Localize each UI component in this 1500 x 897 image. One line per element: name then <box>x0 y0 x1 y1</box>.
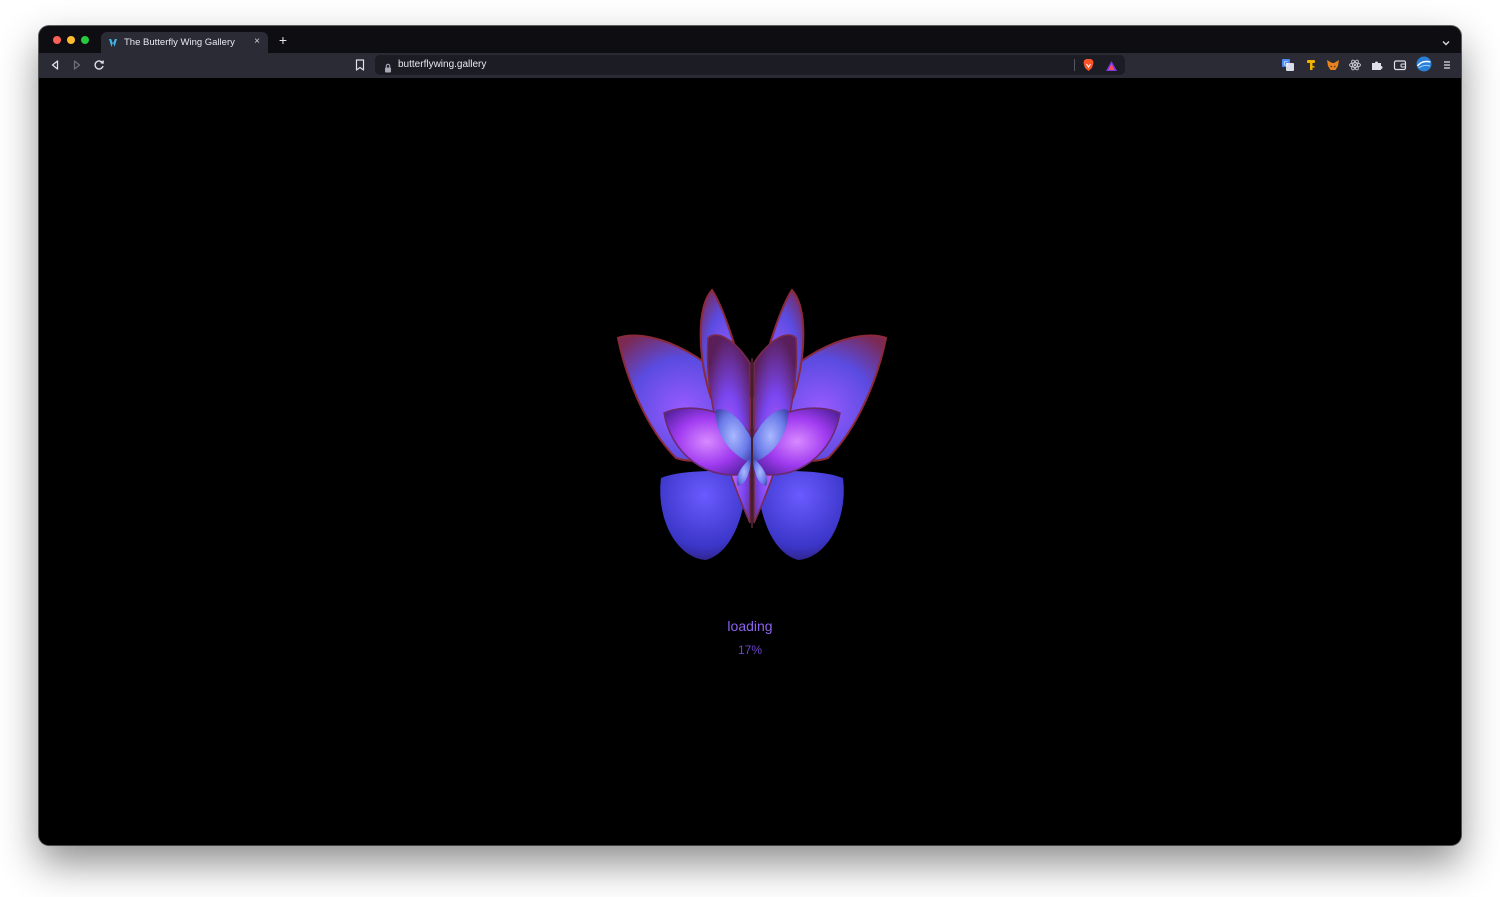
loading-label: loading <box>727 618 773 634</box>
window-close-button[interactable] <box>53 36 61 44</box>
back-arrow-icon[interactable] <box>48 58 62 72</box>
bookmark-icon[interactable] <box>354 58 366 72</box>
url-text[interactable]: butterflywing.gallery <box>398 59 486 70</box>
window-maximize-button[interactable] <box>81 36 89 44</box>
key-icon[interactable] <box>1304 58 1318 72</box>
page-content: loading 17% <box>39 78 1461 845</box>
reload-icon[interactable] <box>92 58 106 72</box>
browser-toolbar: butterflywing.gallery G <box>39 53 1461 78</box>
loading-progress-text: 17% <box>737 643 763 657</box>
profile-avatar-icon[interactable] <box>1416 56 1432 72</box>
tab-title: The Butterfly Wing Gallery <box>124 37 235 48</box>
translate-icon[interactable]: G <box>1281 58 1295 72</box>
tab-strip: The Butterfly Wing Gallery × + <box>39 26 1461 53</box>
tab-butterfly-wing-gallery[interactable]: The Butterfly Wing Gallery × <box>101 32 268 53</box>
wallet-icon[interactable] <box>1393 58 1407 72</box>
brave-rewards-icon[interactable] <box>1105 59 1118 71</box>
butterfly-favicon-icon <box>108 38 118 48</box>
metamask-fox-icon[interactable] <box>1326 58 1340 72</box>
forward-arrow-icon[interactable] <box>70 58 84 72</box>
butterfly-wings-image <box>616 288 888 562</box>
tab-close-icon[interactable]: × <box>251 36 263 48</box>
svg-text:G: G <box>1284 61 1289 68</box>
tab-list-chevron-icon[interactable] <box>1441 35 1451 46</box>
new-tab-button[interactable]: + <box>276 33 290 47</box>
lock-icon <box>384 60 392 73</box>
browser-window: The Butterfly Wing Gallery × + butterfly… <box>39 26 1461 845</box>
window-minimize-button[interactable] <box>67 36 75 44</box>
puzzle-extension-icon[interactable] <box>1370 58 1384 72</box>
url-divider <box>1074 59 1075 71</box>
brave-shields-icon[interactable] <box>1082 58 1095 72</box>
menu-icon[interactable] <box>1440 58 1454 72</box>
address-bar[interactable]: butterflywing.gallery <box>375 55 1125 75</box>
react-devtools-icon[interactable] <box>1348 58 1362 72</box>
